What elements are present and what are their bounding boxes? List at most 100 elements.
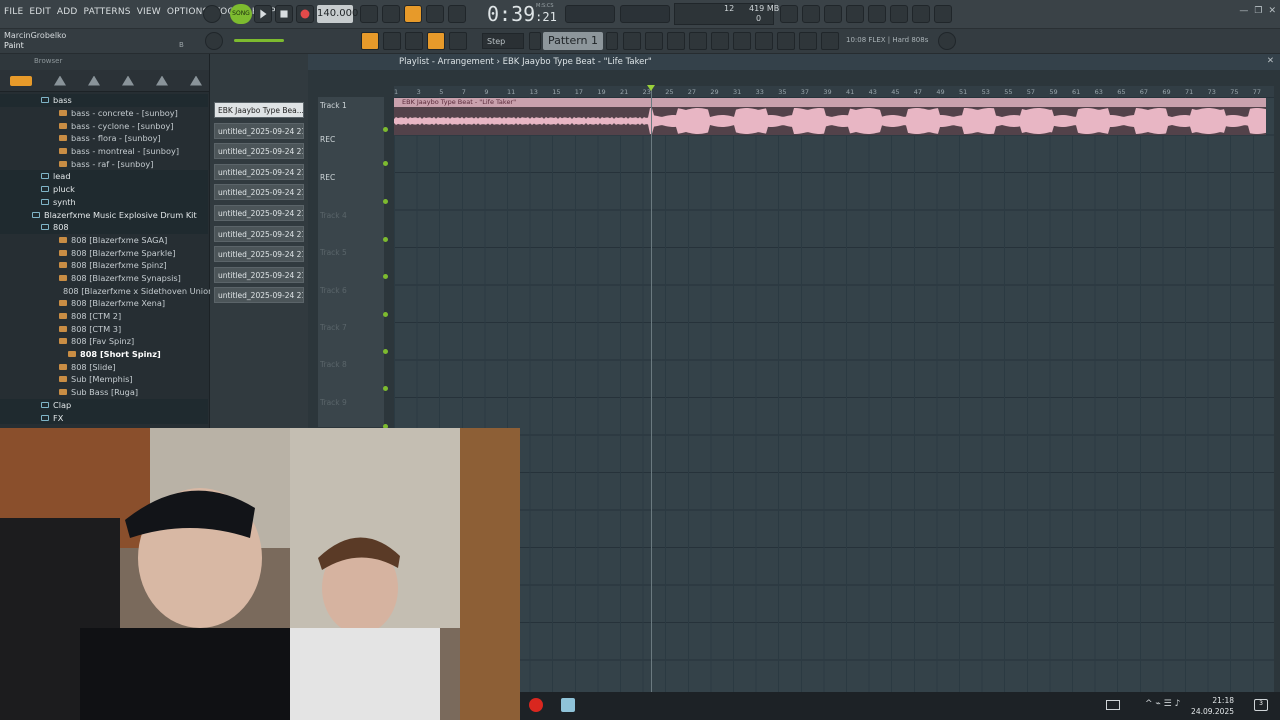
pattern-clip-button[interactable]: EBK Jaaybo Type Bea... [214,102,304,118]
mixer-icon[interactable] [890,5,908,23]
master-volume-knob[interactable] [205,32,223,50]
browser-tab-favorites-icon[interactable] [190,75,202,86]
loop-record-icon[interactable] [448,5,466,23]
browser-folder[interactable]: Clap [0,398,208,412]
track-mute-icon[interactable] [383,386,388,391]
browser-view-icon[interactable] [733,32,751,50]
track-mute-icon[interactable] [383,161,388,166]
master-pitch-slider[interactable] [565,5,615,23]
clock[interactable]: 21:18 24.09.2025 [1191,695,1234,717]
track-mute-icon[interactable] [383,199,388,204]
audio-clip-waveform[interactable] [394,107,1266,135]
menu-patterns[interactable]: PATTERNS [84,7,131,17]
plugin-picker-icon[interactable] [755,32,773,50]
download-icon[interactable] [934,5,952,23]
close-icon[interactable]: ✕ [1267,56,1274,66]
stop-button[interactable] [275,5,293,23]
channel-rack-icon[interactable] [645,32,663,50]
browser-folder[interactable]: FX [0,411,208,424]
browser-folder[interactable]: pluck [0,182,208,196]
playlist-icon[interactable] [361,32,379,50]
playhead-marker[interactable] [647,85,655,91]
pattern-clip-button[interactable]: untitled_2025-09-24 21-... [214,122,304,139]
shop-icon[interactable] [821,32,839,50]
stamp-icon[interactable] [449,32,467,50]
browser-file[interactable]: 808 [Blazerfxme Xena] [0,297,208,310]
track-label[interactable]: Track 1 [320,101,347,110]
track-mute-icon[interactable] [383,127,388,132]
tempo-tapper-icon[interactable] [689,32,707,50]
link-icon[interactable] [427,32,445,50]
browser-file[interactable]: 808 [Blazerfxme x Sidethoven Union] [0,284,216,297]
browser-file[interactable]: bass - concrete - [sunboy] [0,107,208,120]
undo-icon[interactable] [780,5,798,23]
tray-icons[interactable]: ^ ⌁ ☰ ♪ [1145,699,1180,709]
fl-studio-taskbar-icon[interactable] [561,698,575,712]
pattern-selector[interactable]: Pattern 1 [543,32,603,50]
track-label[interactable]: REC [320,135,335,144]
browser-tab-all-icon[interactable] [10,75,32,86]
browser-folder[interactable]: bass [0,94,208,107]
close-icon[interactable]: ✕ [1268,6,1276,16]
track-label[interactable]: REC [320,173,335,182]
menu-view[interactable]: VIEW [137,7,161,17]
track-label[interactable]: Track 9 [320,398,347,407]
tempo-display[interactable]: 140.000 [317,5,358,23]
menu-edit[interactable]: EDIT [29,7,51,17]
piano-roll-icon[interactable] [623,32,641,50]
pattern-clip-button[interactable]: untitled_2025-09-24 21-... [214,143,304,160]
cut-icon[interactable] [802,5,820,23]
help-icon[interactable] [846,5,864,23]
browser-file[interactable]: bass - montreal - [sunboy] [0,145,208,158]
notification-icon[interactable]: 3 [1254,699,1268,711]
wait-for-input-icon[interactable] [382,5,400,23]
browser-file[interactable]: 808 [Short Spinz] [0,348,208,361]
browser-file[interactable]: 808 [CTM 2] [0,310,208,323]
browser-tab-plugins-icon[interactable] [88,75,100,86]
save-icon[interactable] [868,5,886,23]
browser-tab-cloud-icon[interactable] [156,75,168,86]
browser-file[interactable]: 808 [Blazerfxme Spinz] [0,259,208,272]
browser-file[interactable]: bass - raf - [sunboy] [0,157,208,170]
touch-keyboard-icon[interactable] [777,32,795,50]
browser-folder[interactable]: 808 [0,220,208,234]
pattern-prev-icon[interactable] [529,32,541,50]
step-edit-icon[interactable] [426,5,444,23]
news-icon[interactable] [938,32,956,50]
pattern-clip-button[interactable]: untitled_2025-09-24 21-... [214,246,304,263]
maximize-icon[interactable]: ❐ [1254,6,1262,16]
audio-clip-label[interactable]: EBK Jaaybo Type Beat - "Life Taker" [394,98,1266,107]
youtube-icon[interactable] [529,698,543,712]
timeline-ruler[interactable]: 1 3 5 7 9 11 13 15 17 19 21 23 25 27 29 31 33 35 37 39 41 43 4… [394,86,1274,97]
chat-icon[interactable] [912,5,930,23]
minimize-icon[interactable]: — [1239,6,1248,16]
track-mute-icon[interactable] [383,237,388,242]
browser-file[interactable]: 808 [Blazerfxme Sparkle] [0,246,208,259]
browser-file[interactable]: Sub Bass [Ruga] [0,386,208,399]
pattern-clip-button[interactable]: untitled_2025-09-24 21-... [214,225,304,242]
track-mute-icon[interactable] [383,312,388,317]
browser-file[interactable]: 808 [Blazerfxme SAGA] [0,234,208,247]
menu-file[interactable]: FILE [4,7,23,17]
menu-add[interactable]: ADD [57,7,78,17]
microphone-icon[interactable] [824,5,842,23]
snap-select[interactable]: Step [482,33,524,49]
playlist-grid[interactable] [394,97,1274,694]
track-label[interactable]: Track 7 [320,323,347,332]
browser-file[interactable]: 808 [Slide] [0,360,208,373]
keyboard-icon[interactable] [1106,700,1120,710]
track-label[interactable]: Track 8 [320,360,347,369]
browser-folder[interactable]: lead [0,170,208,183]
project-browser-icon[interactable] [799,32,817,50]
track-label[interactable]: Track 5 [320,248,347,257]
mixer-view-icon[interactable] [667,32,685,50]
pattern-clip-button[interactable]: untitled_2025-09-24 21-... [214,266,304,283]
browser-tab-library-icon[interactable] [122,75,134,86]
browser-file[interactable]: bass - cyclone - [sunboy] [0,119,208,132]
browser-tab-project-icon[interactable] [54,75,66,86]
pattern-add-icon[interactable] [606,32,618,50]
pattern-clip-button[interactable]: untitled_2025-09-24 21-... [214,163,304,180]
pattern-clip-button[interactable]: untitled_2025-09-24 21-... [214,205,304,221]
song-mode-toggle[interactable]: SONG [230,4,252,24]
recording-icon[interactable] [203,5,221,23]
